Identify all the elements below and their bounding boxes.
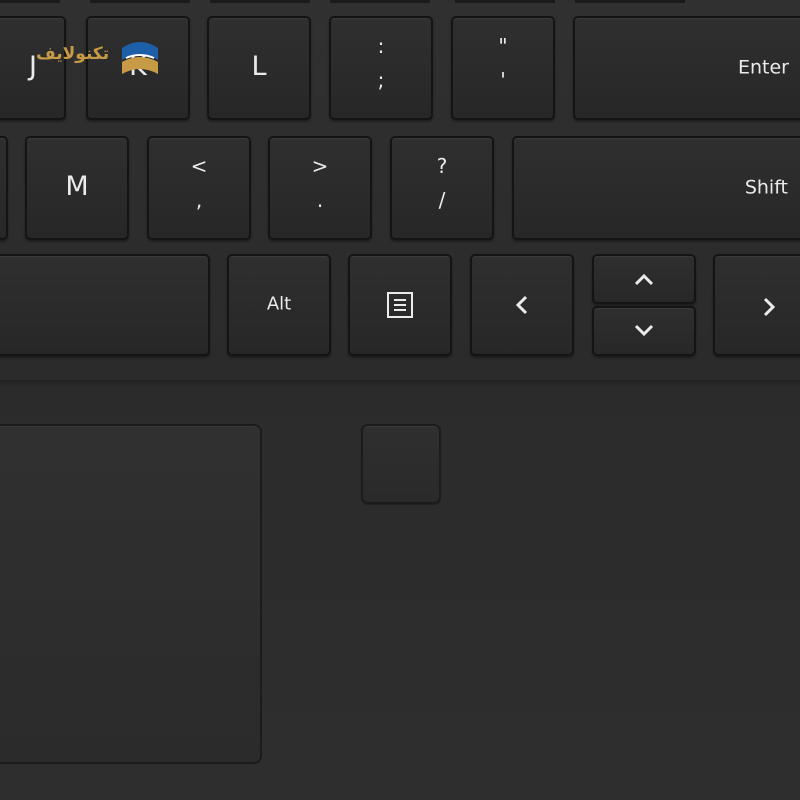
key-alt-label: Alt: [266, 293, 292, 315]
chevron-down-icon: [634, 324, 654, 337]
key-alt[interactable]: Alt: [227, 254, 331, 356]
key-l[interactable]: L: [207, 16, 311, 120]
key-arrow-left[interactable]: [470, 254, 574, 356]
brand-emblem-icon: [122, 42, 158, 74]
key-arrow-up[interactable]: [592, 254, 696, 304]
key-slash-shift-label: ?: [436, 154, 448, 178]
key-slash-base-label: /: [438, 188, 446, 212]
key-slash[interactable]: ? /: [390, 136, 494, 240]
chevron-up-icon: [634, 273, 654, 286]
key-menu[interactable]: [348, 254, 452, 356]
row-above-edge: [210, 0, 310, 3]
key-comma[interactable]: < ,: [147, 136, 251, 240]
key-semicolon-base-label: ;: [377, 68, 385, 92]
row-above-edge: [0, 0, 60, 3]
key-comma-base-label: ,: [195, 188, 203, 212]
row-above-edge: [90, 0, 190, 3]
key-enter[interactable]: Enter: [573, 16, 800, 120]
key-quote-base-label: ': [500, 68, 506, 92]
key-l-label: L: [251, 50, 267, 82]
deck-edge: [0, 380, 800, 388]
key-m[interactable]: M: [25, 136, 129, 240]
key-shift[interactable]: Shift: [512, 136, 800, 240]
key-shift-label: Shift: [744, 176, 788, 199]
fingerprint-reader[interactable]: [361, 424, 441, 504]
key-arrow-down[interactable]: [592, 306, 696, 356]
row-above-edge: [575, 0, 685, 3]
chevron-left-icon: [515, 295, 528, 315]
row-above-edge: [455, 0, 555, 3]
key-enter-label: Enter: [738, 56, 789, 79]
key-partial-left[interactable]: [0, 136, 8, 240]
chevron-right-icon: [763, 297, 776, 317]
menu-icon: [387, 292, 413, 318]
key-period-shift-label: >: [311, 154, 329, 178]
key-semicolon-shift-label: :: [377, 34, 385, 58]
key-quote-shift-label: ": [498, 34, 508, 58]
brand-logo: تکنولایف: [36, 38, 164, 80]
key-quote[interactable]: " ': [451, 16, 555, 120]
brand-logo-text: تکنولایف: [36, 44, 110, 64]
key-semicolon[interactable]: : ;: [329, 16, 433, 120]
key-arrow-right[interactable]: [713, 254, 800, 356]
key-space[interactable]: [0, 254, 210, 356]
key-m-label: M: [65, 170, 89, 202]
key-comma-shift-label: <: [190, 154, 208, 178]
row-above-edge: [330, 0, 430, 3]
key-period-base-label: .: [316, 188, 324, 212]
key-period[interactable]: > .: [268, 136, 372, 240]
trackpad[interactable]: [0, 424, 262, 764]
